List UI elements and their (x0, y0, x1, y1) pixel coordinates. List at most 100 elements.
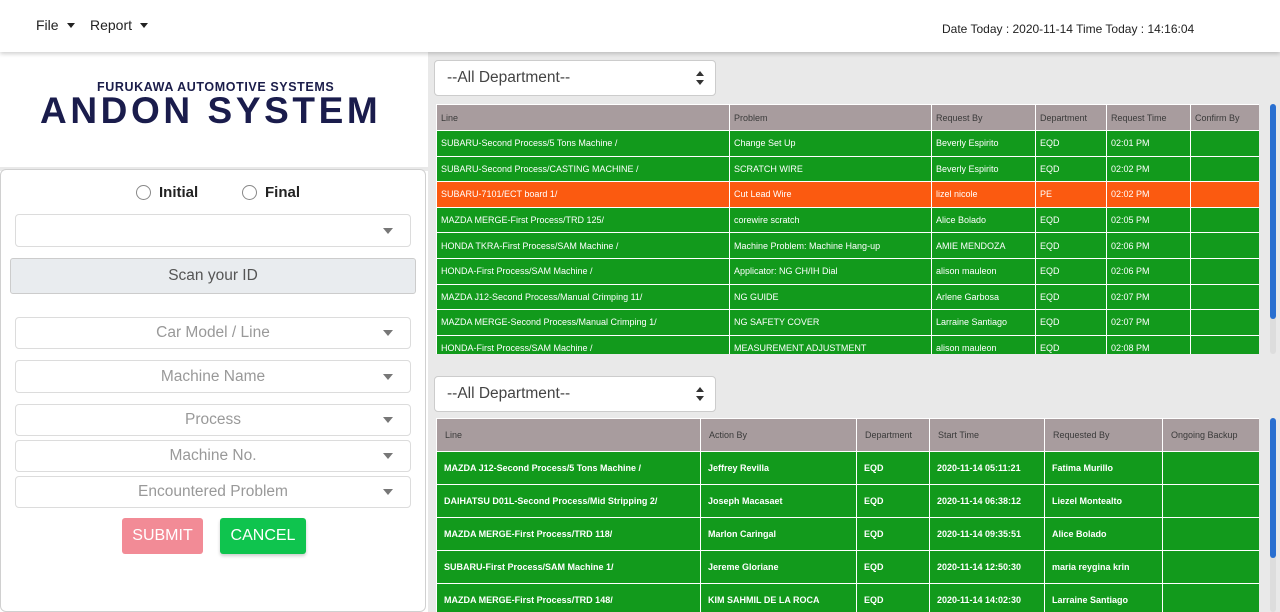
table-cell (1190, 309, 1259, 336)
table-cell: NG GUIDE (729, 283, 932, 311)
table-cell: 2020-11-14 12:50:30 (929, 550, 1045, 584)
table-cell: PE (1035, 181, 1107, 208)
table-cell: Alice Bolado (1044, 517, 1163, 551)
machine-no-placeholder: Machine No. (169, 447, 257, 464)
radio-circle-icon[interactable] (242, 185, 257, 200)
table-cell: 2020-11-14 06:38:12 (929, 484, 1045, 518)
table-cell: SUBARU-First Process/SAM Machine 1/ (436, 550, 701, 584)
radio-circle-icon[interactable] (136, 185, 151, 200)
table-row[interactable]: MAZDA MERGE-First Process/TRD 148/KIM SA… (436, 583, 1259, 612)
table-cell: Fatima Murillo (1044, 451, 1163, 485)
id-select[interactable] (15, 214, 411, 247)
column-header: Request Time (1106, 104, 1191, 131)
table-cell: 02:07 PM (1106, 283, 1191, 311)
table-cell: EQD (1035, 232, 1107, 259)
column-header: Action By (700, 418, 857, 452)
table-cell: Larraine Santiago (1044, 583, 1163, 612)
file-menu[interactable]: File (36, 17, 75, 33)
table-cell: EQD (856, 550, 930, 584)
table-cell: Jereme Gloriane (700, 550, 857, 584)
table-cell: EQD (856, 451, 930, 485)
file-menu-label: File (36, 17, 59, 33)
column-header: Line (436, 104, 730, 131)
ongoing-scrollbar[interactable] (1270, 418, 1276, 612)
department-filter-ongoing[interactable]: --All Department-- (434, 376, 716, 412)
table-cell: 02:08 PM (1106, 334, 1191, 354)
requests-scrollbar[interactable] (1270, 104, 1276, 354)
submit-button[interactable]: SUBMIT (122, 518, 203, 554)
radio-initial[interactable]: Initial (136, 184, 198, 201)
requests-table: Line Problem Request By Department Reque… (436, 104, 1259, 354)
report-menu[interactable]: Report (90, 17, 149, 33)
table-cell: EQD (1035, 206, 1107, 234)
table-cell: corewire scratch (729, 206, 932, 234)
table-row[interactable]: SUBARU-First Process/SAM Machine 1/Jerem… (436, 550, 1259, 584)
radio-initial-label: Initial (159, 184, 199, 201)
chevron-down-icon (383, 227, 393, 234)
table-cell: Applicator: NG CH/IH Dial (729, 257, 932, 285)
table-cell: MEASUREMENT ADJUSTMENT (729, 334, 932, 354)
process-select[interactable]: Process (15, 404, 411, 436)
table-row[interactable]: HONDA-First Process/SAM Machine / MEASURE… (436, 334, 1259, 354)
table-cell: HONDA TKRA-First Process/SAM Machine / (436, 232, 730, 259)
table-cell (1190, 130, 1259, 157)
table-cell (1162, 517, 1259, 551)
scan-id-field[interactable]: Scan your ID (10, 258, 416, 294)
select-arrows-icon (696, 387, 704, 401)
scrollbar-thumb[interactable] (1270, 104, 1276, 319)
cancel-button[interactable]: CANCEL (220, 518, 306, 554)
table-cell: Marlon Caringal (700, 517, 857, 551)
table-cell: MAZDA J12-Second Process/5 Tons Machine … (436, 451, 701, 485)
table-cell: AMIE MENDOZA (931, 232, 1036, 259)
table-cell (1190, 334, 1259, 354)
caret-down-icon (66, 22, 75, 28)
table-cell (1190, 155, 1259, 183)
scrollbar-thumb[interactable] (1270, 418, 1276, 558)
table-cell: Jeffrey Revilla (700, 451, 857, 485)
table-cell (1190, 232, 1259, 259)
machine-name-placeholder: Machine Name (160, 367, 266, 385)
department-filter-requests[interactable]: --All Department-- (434, 60, 716, 96)
table-row[interactable]: MAZDA MERGE-First Process/TRD 125/corewi… (436, 206, 1259, 234)
table-row[interactable]: HONDA TKRA-First Process/SAM Machine / Ma… (436, 232, 1259, 259)
caret-down-icon (140, 22, 149, 28)
table-cell: EQD (1035, 309, 1107, 336)
table-row[interactable]: SUBARU-7101/ECT board 1/Cut Lead Wire liz… (436, 181, 1259, 208)
table-cell: EQD (1035, 334, 1107, 354)
table-cell: HONDA-First Process/SAM Machine / (436, 257, 730, 285)
table-row[interactable]: SUBARU-Second Process/CASTING MACHINE / S… (436, 155, 1259, 183)
machine-name-select[interactable]: Machine Name (15, 360, 411, 393)
logo-title: ANDON SYSTEM (40, 90, 382, 131)
problem-placeholder: Encountered Problem (138, 483, 288, 500)
column-header: Requested By (1044, 418, 1163, 452)
table-cell: alison mauleon (931, 257, 1036, 285)
table-row[interactable]: MAZDA J12-Second Process/5 Tons Machine … (436, 451, 1259, 485)
column-header: Department (856, 418, 930, 452)
table-row[interactable]: MAZDA J12-Second Process/Manual Crimping… (436, 283, 1259, 311)
table-cell: Arlene Garbosa (931, 283, 1036, 311)
table-cell (1162, 550, 1259, 584)
table-row[interactable]: HONDA-First Process/SAM Machine / Applica… (436, 257, 1259, 285)
table-cell: MAZDA MERGE-First Process/TRD 118/ (436, 517, 701, 551)
requests-table-container: Line Problem Request By Department Reque… (436, 104, 1259, 354)
table-row[interactable]: MAZDA MERGE-First Process/TRD 118/Marlon… (436, 517, 1259, 551)
table-cell: EQD (856, 517, 930, 551)
table-row[interactable]: SUBARU-Second Process/5 Tons Machine / Ch… (436, 130, 1259, 157)
table-cell: EQD (1035, 283, 1107, 311)
problem-select[interactable]: Encountered Problem (15, 476, 411, 508)
table-row[interactable]: DAIHATSU D01L-Second Process/Mid Strippi… (436, 484, 1259, 518)
radio-final[interactable]: Final (242, 184, 300, 201)
column-header: Department (1035, 104, 1107, 131)
table-cell: EQD (856, 484, 930, 518)
table-header-row: Line Problem Request By Department Reque… (436, 104, 1259, 131)
car-model-select[interactable]: Car Model / Line (15, 317, 411, 349)
table-cell: SUBARU-Second Process/5 Tons Machine / (436, 130, 730, 157)
table-cell: MAZDA MERGE-First Process/TRD 148/ (436, 583, 701, 612)
table-cell (1190, 181, 1259, 208)
machine-no-select[interactable]: Machine No. (15, 440, 411, 472)
table-row[interactable]: MAZDA MERGE-Second Process/Manual Crimpi… (436, 309, 1259, 336)
table-cell (1190, 206, 1259, 234)
table-cell: 02:02 PM (1106, 181, 1191, 208)
ongoing-table: Line Action By Department Start Time Req… (436, 418, 1259, 612)
department-filter-value: --All Department-- (447, 69, 571, 86)
